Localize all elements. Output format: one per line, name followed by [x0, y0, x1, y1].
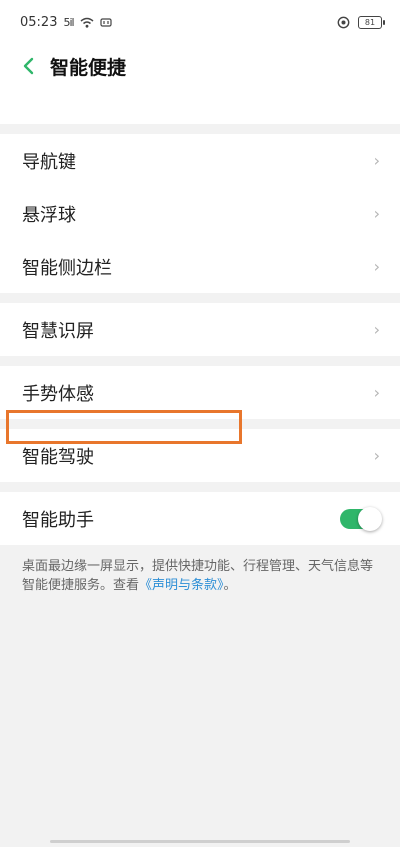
status-left: 05:23 5il [20, 15, 112, 30]
home-indicator[interactable] [50, 840, 350, 843]
app-header: 智能便捷 [0, 44, 400, 88]
row-label: 智能侧边栏 [22, 257, 112, 279]
wifi-icon [80, 17, 94, 28]
settings-row-gestures-motion[interactable]: 手势体感 › [0, 366, 400, 419]
settings-group-screen-recognition: 智慧识屏 › [0, 303, 400, 356]
battery-icon: 81 [358, 15, 385, 29]
divider [0, 124, 400, 134]
settings-row-smart-sidebar[interactable]: 智能侧边栏 › [0, 240, 400, 293]
settings-row-smart-assistant: 智能助手 [0, 492, 400, 545]
chevron-right-icon: › [373, 204, 380, 223]
chevron-left-icon [23, 57, 34, 75]
settings-group-gestures: 手势体感 › [0, 366, 400, 419]
chevron-right-icon: › [373, 151, 380, 170]
status-time: 05:23 [20, 14, 58, 30]
row-label: 手势体感 [22, 383, 94, 405]
status-right: 81 [337, 15, 385, 29]
row-label: 智能驾驶 [22, 446, 94, 468]
terms-link[interactable]: 《声明与条款》 [139, 578, 224, 593]
row-label: 智慧识屏 [22, 320, 94, 342]
back-button[interactable] [18, 54, 38, 78]
description-tail: 。 [223, 578, 237, 593]
settings-row-smart-screen-recognition[interactable]: 智慧识屏 › [0, 303, 400, 356]
settings-row-floating-ball[interactable]: 悬浮球 › [0, 187, 400, 240]
toggle-knob [358, 506, 382, 531]
settings-group-navigation: 导航键 › 悬浮球 › 智能侧边栏 › [0, 134, 400, 293]
header-spacer [0, 88, 400, 124]
page-title: 智能便捷 [50, 56, 127, 79]
row-label: 悬浮球 [22, 204, 76, 226]
chevron-right-icon: › [373, 446, 380, 465]
smart-assistant-toggle[interactable] [340, 506, 382, 531]
divider [0, 293, 400, 303]
assistant-description: 桌面最边缘一屏显示，提供快捷功能、行程管理、天气信息等智能便捷服务。查看《声明与… [0, 545, 400, 595]
status-bar: 05:23 5il 81 [0, 0, 400, 44]
settings-row-navigation-keys[interactable]: 导航键 › [0, 134, 400, 187]
chevron-right-icon: › [373, 383, 380, 402]
divider [0, 482, 400, 492]
signal-icon: 5il [63, 15, 74, 29]
divider [0, 356, 400, 366]
usb-icon [99, 17, 112, 27]
chevron-right-icon: › [373, 320, 380, 339]
settings-row-smart-driving[interactable]: 智能驾驶 › [0, 429, 400, 482]
row-label: 智能助手 [22, 509, 94, 531]
settings-group-driving: 智能驾驶 › [0, 429, 400, 482]
row-label: 导航键 [22, 151, 76, 173]
settings-group-assistant: 智能助手 [0, 492, 400, 545]
chevron-right-icon: › [373, 257, 380, 276]
alarm-icon [337, 16, 350, 28]
battery-level: 81 [364, 17, 376, 27]
divider [0, 419, 400, 429]
